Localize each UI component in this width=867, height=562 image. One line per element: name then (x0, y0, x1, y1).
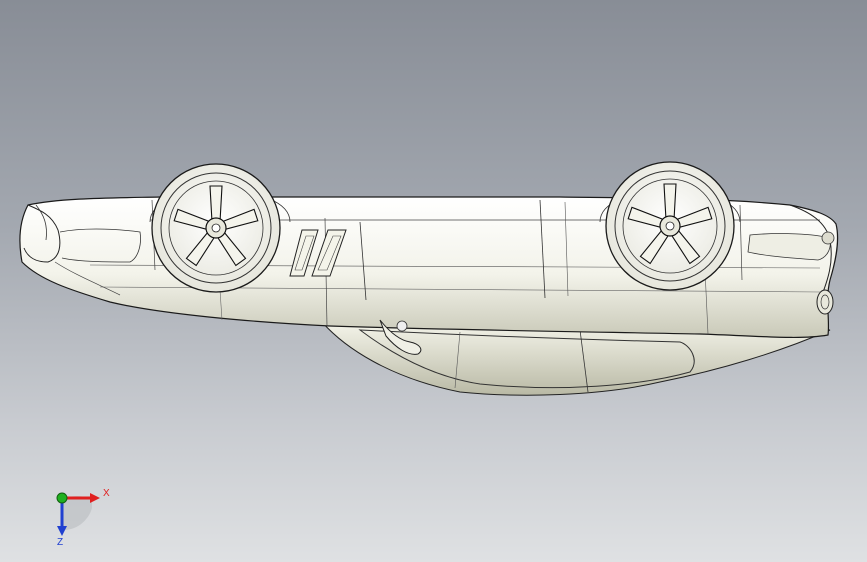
x-axis-label: X (103, 488, 110, 499)
y-axis-dot (56, 492, 68, 504)
front-wheel (151, 163, 281, 293)
rear-wheel (605, 161, 735, 291)
car-model[interactable] (0, 0, 867, 562)
exhaust-pipe (816, 289, 834, 315)
z-axis-label: Z (57, 537, 63, 548)
graphics-viewport[interactable] (0, 0, 867, 562)
coordinate-triad: X Z (56, 488, 110, 548)
